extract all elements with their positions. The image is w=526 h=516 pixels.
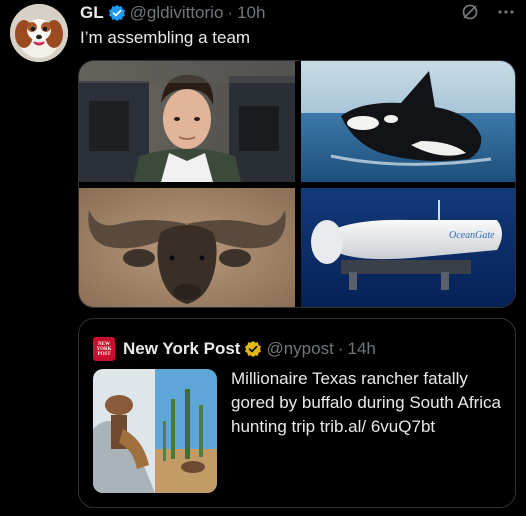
quoted-separator-dot: · — [337, 339, 344, 358]
header-actions — [460, 2, 516, 22]
submersible-brand-label: OceanGate — [449, 230, 495, 241]
separator-dot: · — [227, 3, 234, 22]
media-image-buffalo[interactable] — [79, 188, 295, 307]
hunting-trip-collage — [93, 369, 217, 493]
media-image-man-in-custody[interactable] — [79, 61, 295, 182]
quoted-tweet-time[interactable]: 14h — [348, 339, 376, 359]
verified-gold-badge-icon[interactable] — [244, 340, 262, 358]
quoted-thumbnail[interactable] — [93, 369, 217, 493]
quoted-tweet-text: Millionaire Texas rancher fatally gored … — [231, 369, 501, 436]
author-avatar[interactable] — [10, 4, 68, 62]
media-image-orca[interactable] — [301, 61, 515, 182]
tweet-text: I’m assembling a team — [80, 28, 251, 47]
tweet-header: GL @gldivittorio · 10h — [80, 2, 516, 24]
author-handle[interactable]: @gldivittorio — [130, 3, 224, 23]
tweet-time[interactable]: 10h — [237, 3, 265, 23]
quoted-tweet-header: NEW YORK POST New York Post @nypost · 14h — [93, 337, 376, 361]
quoted-author-name[interactable]: New York Post — [123, 339, 240, 359]
dog-avatar-image — [10, 4, 68, 62]
orca-whale-photo — [301, 61, 515, 182]
slash-circle-icon[interactable] — [460, 2, 480, 22]
cape-buffalo-photo — [79, 188, 295, 307]
nypost-logo-icon[interactable]: NEW YORK POST — [93, 337, 115, 361]
media-grid: OceanGate — [78, 60, 516, 308]
quoted-tweet-card[interactable]: NEW YORK POST New York Post @nypost · 14h … — [78, 318, 516, 508]
ellipsis-icon[interactable] — [496, 2, 516, 22]
submersible-photo: OceanGate — [301, 188, 515, 307]
verified-badge-icon[interactable] — [108, 4, 126, 22]
author-name[interactable]: GL — [80, 3, 104, 23]
quoted-author-handle[interactable]: @nypost — [266, 339, 333, 359]
media-image-submersible[interactable]: OceanGate — [301, 188, 515, 307]
man-in-custody-photo — [79, 61, 295, 182]
